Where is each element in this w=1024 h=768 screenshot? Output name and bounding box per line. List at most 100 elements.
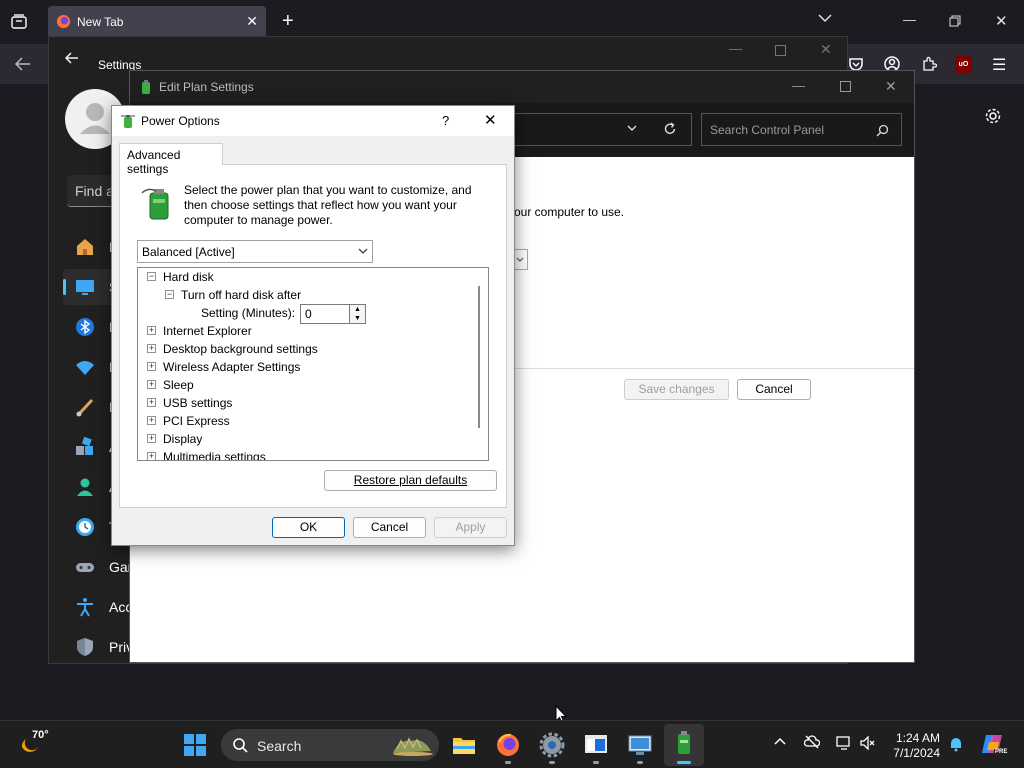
refresh-icon[interactable] bbox=[663, 122, 677, 136]
list-all-tabs-icon[interactable] bbox=[818, 13, 832, 23]
restore-defaults-button[interactable]: Restore plan defaults bbox=[324, 470, 497, 491]
file-explorer-icon[interactable] bbox=[451, 732, 477, 758]
extensions-icon[interactable] bbox=[921, 56, 937, 72]
edit-plan-titlebar: Edit Plan Settings — ✕ bbox=[130, 71, 914, 103]
plan-select-value: Balanced [Active] bbox=[142, 245, 235, 259]
tree-item[interactable]: − Turn off hard disk after bbox=[138, 286, 468, 304]
running-indicator bbox=[505, 761, 511, 764]
expand-icon[interactable]: + bbox=[147, 380, 156, 389]
advanced-settings-panel: Select the power plan that you want to c… bbox=[119, 164, 507, 508]
settings-app-icon[interactable] bbox=[539, 732, 565, 758]
running-indicator bbox=[637, 761, 643, 764]
firefox-icon[interactable] bbox=[495, 732, 521, 758]
plan-dropdown[interactable] bbox=[514, 249, 528, 270]
bluetooth-icon bbox=[75, 317, 95, 337]
expand-icon[interactable]: + bbox=[147, 326, 156, 335]
taskbar-search[interactable]: Search bbox=[221, 729, 439, 761]
address-bar[interactable] bbox=[514, 113, 692, 146]
maximize-icon[interactable] bbox=[775, 45, 786, 56]
save-changes-button[interactable]: Save changes bbox=[624, 379, 729, 400]
tree-item[interactable]: + Internet Explorer bbox=[138, 322, 468, 340]
close-window-icon[interactable]: ✕ bbox=[484, 111, 497, 129]
system-icon bbox=[75, 277, 95, 297]
chevron-down-icon[interactable] bbox=[358, 248, 368, 255]
tree-scrollbar[interactable] bbox=[478, 286, 480, 428]
minutes-stepper[interactable]: ▲ ▼ bbox=[350, 304, 366, 324]
clock-time: 1:24 AM bbox=[895, 731, 940, 745]
chevron-up-icon[interactable] bbox=[774, 737, 786, 745]
power-options-title: Power Options bbox=[141, 114, 220, 128]
cloud-offline-icon[interactable] bbox=[804, 735, 820, 749]
collapse-icon[interactable]: − bbox=[165, 290, 174, 299]
back-icon[interactable] bbox=[64, 51, 80, 65]
maximize-icon[interactable] bbox=[840, 81, 851, 92]
tree-item[interactable]: + USB settings bbox=[138, 394, 468, 412]
chevron-down-icon[interactable] bbox=[627, 125, 637, 132]
time-icon bbox=[75, 517, 95, 537]
tab-title: New Tab bbox=[77, 15, 124, 29]
ublock-icon[interactable]: uO bbox=[955, 56, 972, 73]
ok-button[interactable]: OK bbox=[272, 517, 345, 538]
expand-icon[interactable]: + bbox=[147, 362, 156, 371]
power-options-taskbar-button[interactable] bbox=[664, 724, 704, 766]
divider bbox=[514, 368, 914, 369]
close-window-icon[interactable]: ✕ bbox=[995, 12, 1008, 30]
tree-item[interactable]: + PCI Express bbox=[138, 412, 468, 430]
close-tab-icon[interactable]: ✕ bbox=[246, 13, 258, 30]
tree-item[interactable]: + Wireless Adapter Settings bbox=[138, 358, 468, 376]
tree-item[interactable]: + Sleep bbox=[138, 376, 468, 394]
start-icon[interactable] bbox=[183, 733, 207, 757]
cancel-button[interactable]: Cancel bbox=[353, 517, 426, 538]
close-window-icon[interactable]: ✕ bbox=[885, 78, 897, 95]
plan-select[interactable]: Balanced [Active] bbox=[137, 240, 373, 263]
expand-icon[interactable]: + bbox=[147, 416, 156, 425]
close-window-icon[interactable]: ✕ bbox=[820, 41, 832, 58]
browser-tab[interactable]: New Tab ✕ bbox=[48, 6, 266, 38]
restore-defaults-label: Restore plan defaults bbox=[353, 473, 468, 487]
restore-icon[interactable] bbox=[949, 15, 961, 27]
collapse-icon[interactable]: − bbox=[147, 272, 156, 281]
accessibility-icon bbox=[75, 597, 95, 617]
tree-item-label: Turn off hard disk after bbox=[181, 288, 302, 302]
apply-button[interactable]: Apply bbox=[434, 517, 507, 538]
minimize-icon[interactable]: — bbox=[792, 78, 805, 93]
notification-bell-icon[interactable] bbox=[949, 736, 963, 752]
taskbar: 70° Search 1:24 AM 7/1/2024 PRE bbox=[0, 720, 1024, 768]
minimize-icon[interactable]: — bbox=[729, 41, 742, 56]
tree-item-label: Internet Explorer bbox=[163, 324, 252, 338]
search-icon[interactable] bbox=[876, 124, 889, 137]
minimize-icon[interactable]: — bbox=[903, 12, 916, 27]
taskbar-search-label: Search bbox=[257, 738, 302, 754]
tree-item[interactable]: + Desktop background settings bbox=[138, 340, 468, 358]
tab-advanced-settings[interactable]: Advanced settings bbox=[119, 143, 223, 176]
gear-icon[interactable] bbox=[984, 107, 1002, 125]
tree-item[interactable]: + Display bbox=[138, 430, 468, 448]
network-icon[interactable] bbox=[836, 736, 852, 750]
help-button[interactable]: ? bbox=[442, 113, 449, 128]
tree-item-label: Sleep bbox=[163, 378, 194, 392]
control-panel-icon[interactable] bbox=[583, 732, 609, 758]
volume-muted-icon[interactable] bbox=[860, 736, 876, 750]
control-panel-search-input[interactable]: Search Control Panel bbox=[701, 113, 902, 146]
remote-desktop-icon[interactable] bbox=[627, 732, 653, 758]
brush-icon bbox=[75, 397, 95, 417]
taskbar-clock[interactable]: 1:24 AM 7/1/2024 bbox=[880, 731, 940, 761]
settings-tree: − Hard disk − Turn off hard disk after Setti… bbox=[137, 267, 489, 461]
cancel-button[interactable]: Cancel bbox=[737, 379, 811, 400]
power-options-icon bbox=[120, 113, 136, 129]
tree-item-label: Multimedia settings bbox=[163, 450, 266, 461]
copilot-pre-badge: PRE bbox=[994, 749, 1009, 755]
tab-list-icon[interactable] bbox=[10, 13, 28, 31]
expand-icon[interactable]: + bbox=[147, 344, 156, 353]
accounts-icon bbox=[75, 477, 95, 497]
tree-item[interactable]: − Hard disk bbox=[138, 268, 468, 286]
tree-item[interactable]: + Multimedia settings bbox=[138, 448, 468, 461]
expand-icon[interactable]: + bbox=[147, 434, 156, 443]
minutes-input[interactable] bbox=[300, 304, 350, 324]
menu-icon[interactable]: ☰ bbox=[992, 55, 1006, 75]
new-tab-button[interactable]: + bbox=[282, 10, 294, 33]
expand-icon[interactable]: + bbox=[147, 398, 156, 407]
apps-icon bbox=[75, 437, 95, 457]
back-icon[interactable] bbox=[14, 56, 32, 72]
expand-icon[interactable]: + bbox=[147, 452, 156, 460]
